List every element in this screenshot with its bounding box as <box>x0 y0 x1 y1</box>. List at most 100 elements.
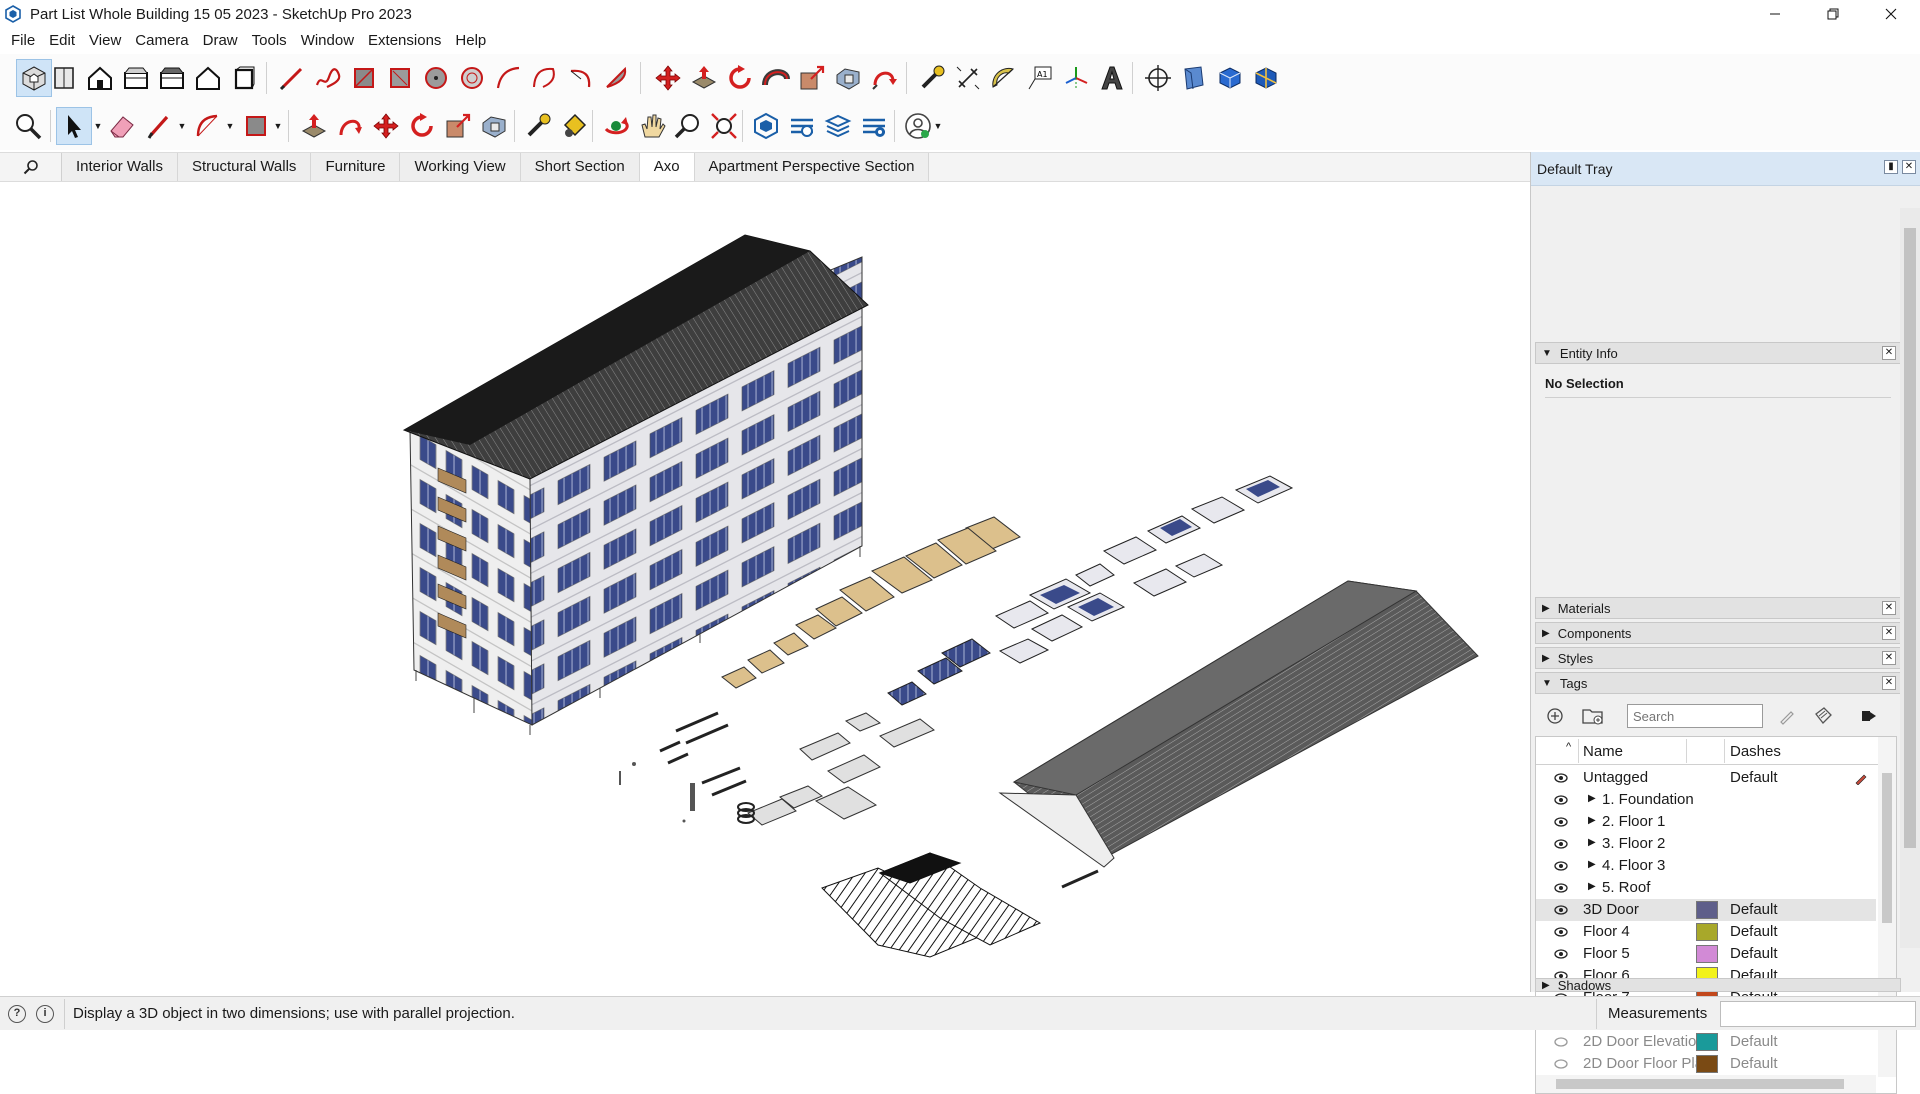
entity-info-header[interactable]: ▼ Entity Info ✕ <box>1535 342 1901 364</box>
tape-measure-tool-button[interactable] <box>520 107 556 145</box>
tab-furniture[interactable]: Furniture <box>311 153 401 181</box>
expand-folder-icon[interactable]: ▶ <box>1588 859 1596 870</box>
tags-horizontal-scrollbar[interactable] <box>1536 1075 1876 1093</box>
back-view-button[interactable] <box>154 59 190 97</box>
menu-camera[interactable]: Camera <box>128 28 195 54</box>
zoom-extents-button[interactable] <box>706 107 742 145</box>
2pt-arc-button[interactable] <box>526 59 562 97</box>
menu-help[interactable]: Help <box>448 28 493 54</box>
bottom-view-button[interactable] <box>226 59 262 97</box>
close-icon[interactable]: ✕ <box>1882 626 1896 640</box>
shape-button[interactable] <box>238 107 274 145</box>
eye-icon[interactable] <box>1554 815 1568 829</box>
sort-caret-icon[interactable]: ^ <box>1566 741 1571 753</box>
offset-tool-button[interactable] <box>476 107 512 145</box>
tag-color-swatch[interactable] <box>1696 901 1718 919</box>
text-button[interactable]: A1 <box>1022 59 1058 97</box>
tag-dashes[interactable]: Default <box>1730 945 1778 962</box>
scene-search-button[interactable] <box>0 153 62 181</box>
tag-row[interactable]: ▶ 1. Foundation <box>1536 789 1876 811</box>
close-icon[interactable]: ✕ <box>1882 601 1896 615</box>
eye-hidden-icon[interactable] <box>1554 1057 1568 1071</box>
tape-measure-button[interactable] <box>914 59 950 97</box>
tag-row[interactable]: Floor 5 Default <box>1536 943 1876 965</box>
line-button[interactable] <box>274 59 310 97</box>
eye-hidden-icon[interactable] <box>1554 1035 1568 1049</box>
close-icon[interactable]: ✕ <box>1882 651 1896 665</box>
minimize-button[interactable] <box>1746 0 1804 28</box>
measurements-input[interactable] <box>1720 1001 1916 1027</box>
left-view-button[interactable] <box>190 59 226 97</box>
scale-tool-button[interactable] <box>440 107 476 145</box>
rotate-button[interactable] <box>722 59 758 97</box>
tag-row[interactable]: 2D Door Floor Plan Default <box>1536 1053 1876 1075</box>
tag-tool-button[interactable] <box>1773 702 1801 730</box>
3pt-arc-button[interactable] <box>562 59 598 97</box>
tray-close-button[interactable]: ✕ <box>1902 160 1916 174</box>
menu-view[interactable]: View <box>82 28 128 54</box>
tab-interior-walls[interactable]: Interior Walls <box>62 153 178 181</box>
3d-text-button[interactable] <box>1094 59 1130 97</box>
scale-button[interactable] <box>794 59 830 97</box>
circle-button[interactable] <box>418 59 454 97</box>
line-dropdown-caret[interactable]: ▼ <box>176 107 188 145</box>
axes-button[interactable] <box>1058 59 1094 97</box>
tag-row[interactable]: Untagged Default <box>1536 767 1876 789</box>
tag-row[interactable]: Floor 4 Default <box>1536 921 1876 943</box>
tag-row[interactable]: ▶ 2. Floor 1 <box>1536 811 1876 833</box>
tags-search-input[interactable] <box>1627 704 1763 728</box>
scrollbar-thumb[interactable] <box>1904 228 1916 848</box>
tag-row[interactable]: ▶ 4. Floor 3 <box>1536 855 1876 877</box>
offset-button[interactable] <box>830 59 866 97</box>
tag-color-swatch[interactable] <box>1696 1055 1718 1073</box>
components-header[interactable]: ▶ Components ✕ <box>1535 622 1901 644</box>
expand-folder-icon[interactable]: ▶ <box>1588 881 1596 892</box>
tab-structural-walls[interactable]: Structural Walls <box>177 153 312 181</box>
layout-button[interactable] <box>820 107 856 145</box>
tag-row[interactable]: 3D Door Default <box>1536 899 1876 921</box>
tag-dashes[interactable]: Default <box>1730 1033 1778 1050</box>
add-tag-button[interactable] <box>1541 702 1569 730</box>
shape-dropdown-caret[interactable]: ▼ <box>272 107 284 145</box>
move-tool-button[interactable] <box>368 107 404 145</box>
model-viewport[interactable] <box>0 183 1528 993</box>
expand-folder-icon[interactable]: ▶ <box>1588 837 1596 848</box>
column-header-dashes[interactable]: Dashes <box>1730 743 1781 760</box>
pie-button[interactable] <box>598 59 634 97</box>
tag-dashes[interactable]: Default <box>1730 1055 1778 1072</box>
tags-header[interactable]: ▼ Tags ✕ <box>1535 672 1901 694</box>
follow-me-button[interactable] <box>758 59 794 97</box>
add-tag-folder-button[interactable] <box>1579 702 1607 730</box>
extension-manager-button[interactable] <box>856 107 892 145</box>
geo-location-icon[interactable]: ? <box>8 1005 26 1023</box>
protractor-button[interactable] <box>986 59 1022 97</box>
tag-row[interactable]: 2D Door Elevation Default <box>1536 1031 1876 1053</box>
shadows-header[interactable]: ▶ Shadows <box>1535 978 1901 992</box>
tags-details-button[interactable] <box>1855 702 1883 730</box>
tag-color-swatch[interactable] <box>1696 945 1718 963</box>
menu-file[interactable]: File <box>4 28 42 54</box>
user-account-button[interactable] <box>900 107 936 145</box>
tag-color-swatch[interactable] <box>1696 923 1718 941</box>
select-dropdown-caret[interactable]: ▼ <box>92 107 104 145</box>
rectangle-button[interactable] <box>346 59 382 97</box>
tab-short-section[interactable]: Short Section <box>520 153 640 181</box>
tab-axo[interactable]: Axo <box>639 153 695 181</box>
tray-vertical-scrollbar[interactable] <box>1900 208 1920 948</box>
top-view-button[interactable] <box>46 59 82 97</box>
polygon-button[interactable] <box>454 59 490 97</box>
user-dropdown-caret[interactable]: ▼ <box>932 107 944 145</box>
tag-dashes[interactable]: Default <box>1730 901 1778 918</box>
orbit-button[interactable] <box>598 107 634 145</box>
scrollbar-thumb[interactable] <box>1882 773 1892 923</box>
warehouse-button[interactable] <box>748 107 784 145</box>
scrollbar-thumb[interactable] <box>1556 1079 1844 1089</box>
styles-header[interactable]: ▶ Styles ✕ <box>1535 647 1901 669</box>
menu-tools[interactable]: Tools <box>245 28 294 54</box>
menu-edit[interactable]: Edit <box>42 28 82 54</box>
eye-icon[interactable] <box>1554 793 1568 807</box>
move-button[interactable] <box>650 59 686 97</box>
pan-button[interactable] <box>634 107 670 145</box>
eye-icon[interactable] <box>1554 771 1568 785</box>
eye-icon[interactable] <box>1554 859 1568 873</box>
